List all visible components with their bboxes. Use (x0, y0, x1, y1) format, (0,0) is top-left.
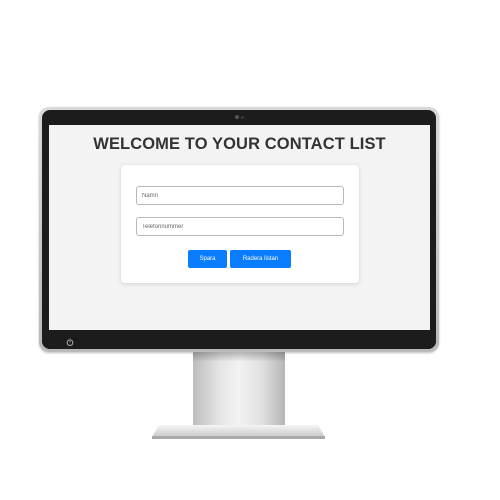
monitor-mockup: WELCOME TO YOUR CONTACT LIST Spara Rader… (0, 0, 500, 500)
screen: WELCOME TO YOUR CONTACT LIST Spara Rader… (49, 125, 430, 330)
monitor-stand-neck (193, 352, 285, 426)
camera-icon (235, 115, 239, 119)
monitor-chin (42, 330, 436, 349)
phone-field[interactable] (136, 217, 344, 236)
power-icon[interactable] (66, 338, 74, 346)
name-field[interactable] (136, 186, 344, 205)
stand-base-edge (152, 436, 325, 439)
stand-shadow (193, 352, 285, 362)
page-title: WELCOME TO YOUR CONTACT LIST (93, 135, 386, 153)
clear-list-button[interactable]: Radera listan (230, 250, 291, 268)
save-button[interactable]: Spara (188, 250, 227, 268)
camera-lens (241, 116, 244, 119)
contact-form: Spara Radera listan (121, 165, 359, 283)
